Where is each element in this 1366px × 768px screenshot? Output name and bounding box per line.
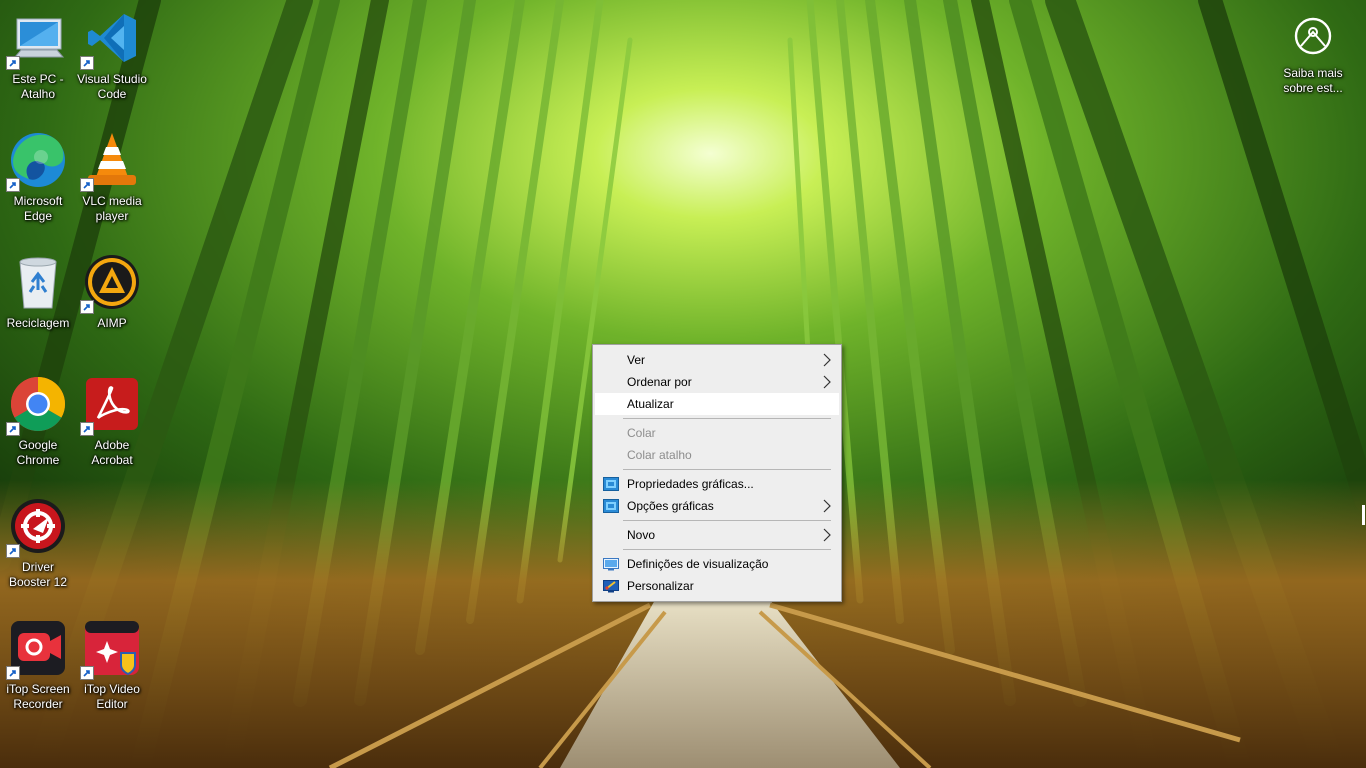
shortcut-arrow-icon <box>80 666 94 680</box>
desktop-icon-label: VLC media player <box>82 194 142 223</box>
shortcut-arrow-icon <box>6 666 20 680</box>
desktop-icon-label: Este PC - Atalho <box>12 72 64 101</box>
menu-item-personalizar[interactable]: Personalizar <box>595 575 839 597</box>
desktop-icon-este-pc[interactable]: Este PC - Atalho <box>1 2 75 112</box>
chevron-right-icon <box>823 353 831 367</box>
shortcut-arrow-icon <box>80 178 94 192</box>
chevron-right-icon <box>823 528 831 542</box>
computer-icon <box>6 8 68 70</box>
itop-screen-recorder-icon <box>6 618 68 680</box>
desktop-icon-driver-booster[interactable]: Driver Booster 12 <box>1 490 75 600</box>
menu-item-label: Novo <box>627 528 656 542</box>
shortcut-arrow-icon <box>80 300 94 314</box>
chevron-right-icon <box>823 375 831 389</box>
menu-item-label: Ver <box>627 353 646 367</box>
menu-item-atualizar[interactable]: Atualizar <box>595 393 839 415</box>
shortcut-arrow-icon <box>6 544 20 558</box>
learn-more-label: Saiba mais sobre est... <box>1283 66 1343 95</box>
menu-item-ordenar-por[interactable]: Ordenar por <box>595 371 839 393</box>
camera-circle-icon <box>1294 17 1332 55</box>
driver-booster-icon <box>6 496 68 558</box>
desktop-icon-vscode[interactable]: Visual Studio Code <box>75 2 149 112</box>
aimp-icon <box>80 252 142 314</box>
menu-item-label: Atualizar <box>627 397 674 411</box>
edge-icon <box>6 130 68 192</box>
desktop-icon-itop-screen-recorder[interactable]: iTop Screen Recorder <box>1 612 75 722</box>
menu-item-label: Propriedades gráficas... <box>627 477 754 491</box>
desktop-icon-label: AIMP <box>97 316 127 330</box>
menu-item-label: Personalizar <box>627 579 694 593</box>
intel-graphics-icon <box>603 477 619 491</box>
menu-item-label: Colar <box>627 426 656 440</box>
shortcut-arrow-icon <box>80 56 94 70</box>
menu-item-definicoes-visualizacao[interactable]: Definições de visualização <box>595 553 839 575</box>
shortcut-arrow-icon <box>6 56 20 70</box>
desktop-icon-label: Adobe Acrobat <box>91 438 133 467</box>
menu-item-label: Colar atalho <box>627 448 692 462</box>
chevron-right-icon <box>823 499 831 513</box>
desktop-icon-label: iTop Screen Recorder <box>6 682 70 711</box>
desktop-icon-recycle-bin[interactable]: Reciclagem <box>1 246 75 356</box>
shortcut-arrow-icon <box>6 178 20 192</box>
menu-item-ver[interactable]: Ver <box>595 349 839 371</box>
vlc-cone-icon <box>80 130 142 192</box>
display-settings-icon <box>603 558 619 571</box>
menu-item-label: Definições de visualização <box>627 557 769 571</box>
menu-item-label: Opções gráficas <box>627 499 714 513</box>
learn-about-picture-widget[interactable]: Saiba mais sobre est... <box>1280 10 1346 106</box>
desktop-icon-label: iTop Video Editor <box>84 682 140 711</box>
desktop-icon-label: Visual Studio Code <box>77 72 147 101</box>
desktop-icon-label: Driver Booster 12 <box>8 560 68 589</box>
menu-item-propriedades-graficas[interactable]: Propriedades gráficas... <box>595 473 839 495</box>
menu-item-label: Ordenar por <box>627 375 692 389</box>
desktop-icon-vlc[interactable]: VLC media player <box>75 124 149 234</box>
desktop-icon-label: Reciclagem <box>6 316 70 330</box>
desktop-icon-label: Microsoft Edge <box>13 194 63 223</box>
acrobat-icon <box>80 374 142 436</box>
desktop-icon-aimp[interactable]: AIMP <box>75 246 149 356</box>
intel-graphics-icon <box>603 499 619 513</box>
menu-separator <box>623 520 831 521</box>
screen-edge-marker <box>1362 505 1365 525</box>
chrome-icon <box>6 374 68 436</box>
desktop-icon-label: Google Chrome <box>16 438 60 467</box>
menu-item-novo[interactable]: Novo <box>595 524 839 546</box>
menu-separator <box>623 549 831 550</box>
recycle-bin-icon <box>8 252 68 312</box>
menu-item-colar: Colar <box>595 422 839 444</box>
shortcut-arrow-icon <box>80 422 94 436</box>
personalize-icon <box>603 580 619 593</box>
desktop-context-menu: Ver Ordenar por Atualizar Colar Colar at… <box>592 344 842 602</box>
shortcut-arrow-icon <box>6 422 20 436</box>
desktop-icon-chrome[interactable]: Google Chrome <box>1 368 75 478</box>
vscode-icon <box>80 8 142 70</box>
menu-item-colar-atalho: Colar atalho <box>595 444 839 466</box>
menu-item-opcoes-graficas[interactable]: Opções gráficas <box>595 495 839 517</box>
itop-video-editor-icon <box>80 618 142 680</box>
menu-separator <box>623 418 831 419</box>
desktop-icon-acrobat[interactable]: Adobe Acrobat <box>75 368 149 478</box>
desktop-icon-edge[interactable]: Microsoft Edge <box>1 124 75 234</box>
desktop-icon-itop-video-editor[interactable]: iTop Video Editor <box>75 612 149 722</box>
menu-separator <box>623 469 831 470</box>
